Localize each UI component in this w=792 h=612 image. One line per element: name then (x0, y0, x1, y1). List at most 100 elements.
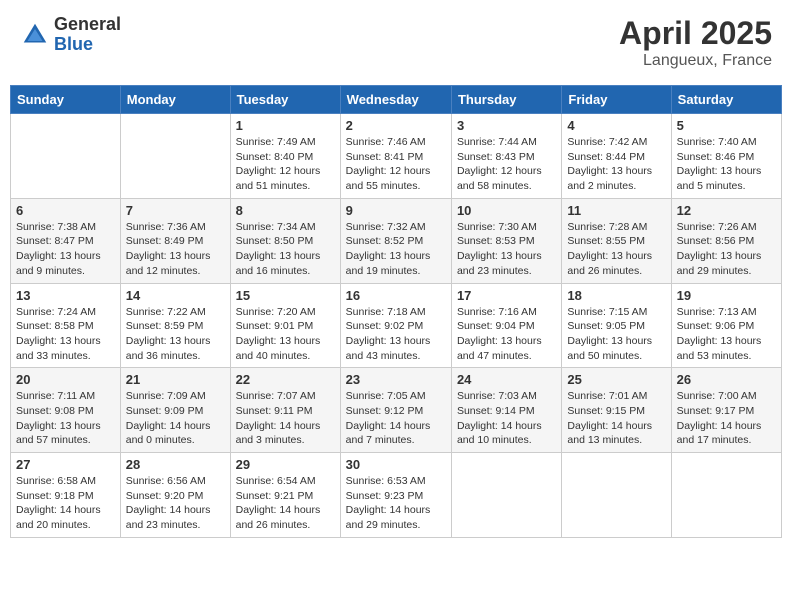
calendar-cell: 25Sunrise: 7:01 AMSunset: 9:15 PMDayligh… (562, 368, 671, 453)
day-of-week-header: Monday (120, 86, 230, 114)
calendar-cell: 11 Sunrise: 7:28 AMSunset: 8:55 PMDayligh… (562, 198, 671, 283)
calendar-week-row: 6 Sunrise: 7:38 AMSunset: 8:47 PMDaylight… (11, 198, 782, 283)
calendar-cell: 17 Sunrise: 7:16 AMSunset: 9:04 PMDayligh… (451, 283, 561, 368)
calendar-cell: 18Sunrise: 7:15 AMSunset: 9:05 PMDayligh… (562, 283, 671, 368)
day-info: Sunrise: 6:53 AMSunset: 9:23 PMDaylight:… (346, 474, 446, 533)
day-number: 9 (346, 203, 446, 218)
day-info: Sunrise: 7:44 AMSunset: 8:43 PMDaylight:… (457, 135, 556, 194)
day-info: Sunrise: 7:42 AMSunset: 8:44 PMDaylight:… (567, 135, 665, 194)
day-of-week-header: Friday (562, 86, 671, 114)
day-info: Sunrise: 7:00 AMSunset: 9:17 PMDaylight:… (677, 389, 776, 448)
day-number: 17 (457, 288, 556, 303)
day-info: Sunrise: 7:18 AMSunset: 9:02 PMDaylight:… (346, 305, 446, 364)
day-number: 14 (126, 288, 225, 303)
day-info: Sunrise: 7:49 AMSunset: 8:40 PMDaylight:… (236, 135, 335, 194)
day-number: 3 (457, 118, 556, 133)
calendar-table: SundayMondayTuesdayWednesdayThursdayFrid… (10, 85, 782, 538)
day-number: 28 (126, 457, 225, 472)
day-number: 26 (677, 372, 776, 387)
calendar-cell: 6 Sunrise: 7:38 AMSunset: 8:47 PMDaylight… (11, 198, 121, 283)
day-number: 2 (346, 118, 446, 133)
day-info: Sunrise: 7:11 AMSunset: 9:08 PMDaylight:… (16, 389, 115, 448)
day-info: Sunrise: 7:16 AMSunset: 9:04 PMDaylight:… (457, 305, 556, 364)
day-info: Sunrise: 7:30 AMSunset: 8:53 PMDaylight:… (457, 220, 556, 279)
day-number: 27 (16, 457, 115, 472)
logo-blue-text: Blue (54, 35, 121, 55)
day-number: 13 (16, 288, 115, 303)
calendar-week-row: 1Sunrise: 7:49 AMSunset: 8:40 PMDaylight… (11, 114, 782, 199)
day-number: 24 (457, 372, 556, 387)
calendar-cell: 9 Sunrise: 7:32 AMSunset: 8:52 PMDaylight… (340, 198, 451, 283)
page-header: General Blue April 2025 Langueux, France (10, 10, 782, 75)
day-number: 10 (457, 203, 556, 218)
calendar-cell: 4Sunrise: 7:42 AMSunset: 8:44 PMDaylight… (562, 114, 671, 199)
day-info: Sunrise: 7:36 AMSunset: 8:49 PMDaylight:… (126, 220, 225, 279)
logo: General Blue (20, 15, 121, 55)
calendar-cell: 12 Sunrise: 7:26 AMSunset: 8:56 PMDayligh… (671, 198, 781, 283)
calendar-cell: 20 Sunrise: 7:11 AMSunset: 9:08 PMDayligh… (11, 368, 121, 453)
day-info: Sunrise: 7:32 AMSunset: 8:52 PMDaylight:… (346, 220, 446, 279)
logo-icon (20, 20, 50, 50)
calendar-cell (451, 453, 561, 538)
calendar-cell: 3 Sunrise: 7:44 AMSunset: 8:43 PMDaylight… (451, 114, 561, 199)
day-of-week-header: Wednesday (340, 86, 451, 114)
day-info: Sunrise: 7:22 AMSunset: 8:59 PMDaylight:… (126, 305, 225, 364)
logo-general-text: General (54, 15, 121, 35)
calendar-cell: 10 Sunrise: 7:30 AMSunset: 8:53 PMDayligh… (451, 198, 561, 283)
calendar-cell: 19Sunrise: 7:13 AMSunset: 9:06 PMDayligh… (671, 283, 781, 368)
day-number: 12 (677, 203, 776, 218)
day-info: Sunrise: 7:07 AMSunset: 9:11 PMDaylight:… (236, 389, 335, 448)
day-info: Sunrise: 7:03 AMSunset: 9:14 PMDaylight:… (457, 389, 556, 448)
day-info: Sunrise: 7:38 AMSunset: 8:47 PMDaylight:… (16, 220, 115, 279)
day-info: Sunrise: 6:54 AMSunset: 9:21 PMDaylight:… (236, 474, 335, 533)
logo-text: General Blue (54, 15, 121, 55)
day-info: Sunrise: 7:28 AMSunset: 8:55 PMDaylight:… (567, 220, 665, 279)
calendar-cell (562, 453, 671, 538)
day-number: 19 (677, 288, 776, 303)
calendar-cell (11, 114, 121, 199)
day-info: Sunrise: 7:34 AMSunset: 8:50 PMDaylight:… (236, 220, 335, 279)
day-number: 30 (346, 457, 446, 472)
day-info: Sunrise: 7:40 AMSunset: 8:46 PMDaylight:… (677, 135, 776, 194)
day-number: 29 (236, 457, 335, 472)
day-number: 8 (236, 203, 335, 218)
calendar-cell: 28 Sunrise: 6:56 AMSunset: 9:20 PMDayligh… (120, 453, 230, 538)
day-number: 22 (236, 372, 335, 387)
calendar-cell: 8 Sunrise: 7:34 AMSunset: 8:50 PMDaylight… (230, 198, 340, 283)
day-number: 18 (567, 288, 665, 303)
day-info: Sunrise: 7:09 AMSunset: 9:09 PMDaylight:… (126, 389, 225, 448)
calendar-header-row: SundayMondayTuesdayWednesdayThursdayFrid… (11, 86, 782, 114)
day-info: Sunrise: 7:05 AMSunset: 9:12 PMDaylight:… (346, 389, 446, 448)
day-info: Sunrise: 7:26 AMSunset: 8:56 PMDaylight:… (677, 220, 776, 279)
calendar-cell: 5Sunrise: 7:40 AMSunset: 8:46 PMDaylight… (671, 114, 781, 199)
day-info: Sunrise: 7:46 AMSunset: 8:41 PMDaylight:… (346, 135, 446, 194)
calendar-week-row: 13Sunrise: 7:24 AMSunset: 8:58 PMDayligh… (11, 283, 782, 368)
calendar-cell: 15Sunrise: 7:20 AMSunset: 9:01 PMDayligh… (230, 283, 340, 368)
calendar-week-row: 27 Sunrise: 6:58 AMSunset: 9:18 PMDayligh… (11, 453, 782, 538)
calendar-week-row: 20 Sunrise: 7:11 AMSunset: 9:08 PMDayligh… (11, 368, 782, 453)
day-of-week-header: Thursday (451, 86, 561, 114)
calendar-cell: 2 Sunrise: 7:46 AMSunset: 8:41 PMDaylight… (340, 114, 451, 199)
day-info: Sunrise: 6:58 AMSunset: 9:18 PMDaylight:… (16, 474, 115, 533)
day-of-week-header: Tuesday (230, 86, 340, 114)
day-of-week-header: Sunday (11, 86, 121, 114)
day-info: Sunrise: 7:20 AMSunset: 9:01 PMDaylight:… (236, 305, 335, 364)
day-number: 7 (126, 203, 225, 218)
day-number: 20 (16, 372, 115, 387)
day-info: Sunrise: 7:01 AMSunset: 9:15 PMDaylight:… (567, 389, 665, 448)
calendar-cell: 14 Sunrise: 7:22 AMSunset: 8:59 PMDayligh… (120, 283, 230, 368)
day-number: 11 (567, 203, 665, 218)
day-number: 21 (126, 372, 225, 387)
calendar-cell (120, 114, 230, 199)
calendar-cell: 27 Sunrise: 6:58 AMSunset: 9:18 PMDayligh… (11, 453, 121, 538)
calendar-cell: 24 Sunrise: 7:03 AMSunset: 9:14 PMDayligh… (451, 368, 561, 453)
title-block: April 2025 Langueux, France (619, 15, 772, 70)
day-number: 6 (16, 203, 115, 218)
calendar-cell: 1Sunrise: 7:49 AMSunset: 8:40 PMDaylight… (230, 114, 340, 199)
location-title: Langueux, France (619, 52, 772, 70)
day-number: 16 (346, 288, 446, 303)
calendar-cell: 13Sunrise: 7:24 AMSunset: 8:58 PMDayligh… (11, 283, 121, 368)
calendar-cell: 23 Sunrise: 7:05 AMSunset: 9:12 PMDayligh… (340, 368, 451, 453)
day-info: Sunrise: 6:56 AMSunset: 9:20 PMDaylight:… (126, 474, 225, 533)
day-number: 23 (346, 372, 446, 387)
